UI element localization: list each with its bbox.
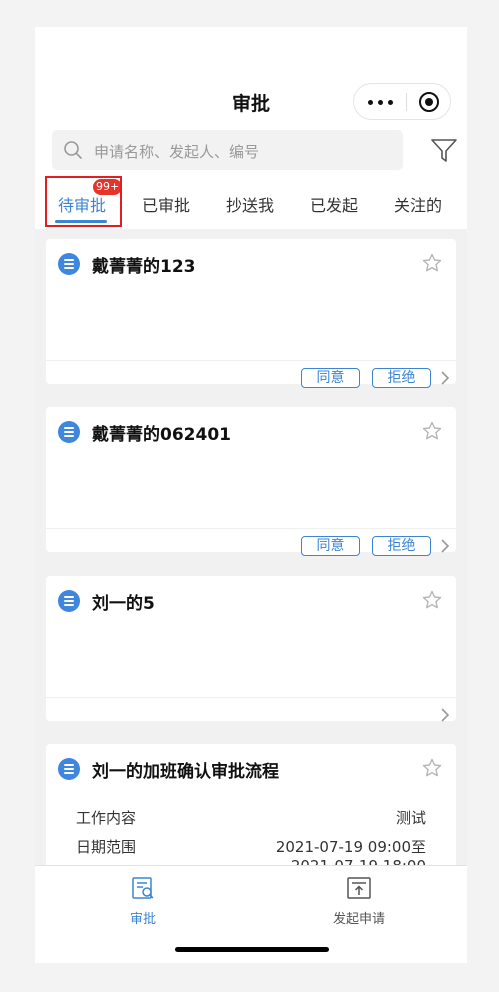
search-placeholder: 申请名称、发起人、编号	[94, 143, 260, 161]
document-icon	[58, 590, 80, 612]
tab-initiated[interactable]: 已发起	[310, 192, 358, 216]
tab-approved[interactable]: 已审批	[142, 192, 190, 216]
reject-button[interactable]: 拒绝	[372, 368, 431, 388]
tabbar-approval[interactable]: 审批	[123, 876, 163, 927]
field-row: 工作内容 测试	[76, 807, 426, 828]
reject-button[interactable]: 拒绝	[372, 536, 431, 556]
star-icon[interactable]	[422, 421, 442, 441]
document-icon	[58, 253, 80, 275]
document-icon	[58, 758, 80, 780]
submit-request-icon	[347, 877, 371, 899]
star-icon[interactable]	[422, 253, 442, 273]
tabbar-submit-request[interactable]: 发起申请	[319, 876, 399, 927]
approval-icon	[132, 877, 154, 899]
agree-button[interactable]: 同意	[301, 368, 360, 388]
divider	[46, 528, 456, 529]
filter-icon[interactable]	[431, 139, 457, 163]
field-label: 日期范围	[76, 838, 137, 856]
approval-card[interactable]: 刘一的5	[46, 576, 456, 722]
tabbar-label: 发起申请	[332, 912, 385, 927]
highlight-box	[45, 176, 122, 227]
approval-card[interactable]: 戴菁菁的123 同意 拒绝	[46, 239, 456, 388]
tabbar-label: 审批	[129, 912, 156, 927]
close-target-icon[interactable]	[419, 92, 439, 112]
card-title: 刘一的5	[92, 594, 155, 614]
card-title: 刘一的加班确认审批流程	[92, 762, 279, 782]
approval-card[interactable]: 刘一的加班确认审批流程 工作内容 测试 日期范围 2021-07-19 09:0…	[46, 744, 456, 875]
search-input[interactable]: 申请名称、发起人、编号	[52, 130, 403, 170]
home-indicator	[175, 947, 329, 952]
tab-followed[interactable]: 关注的	[394, 192, 442, 216]
chevron-right-icon[interactable]	[440, 371, 450, 385]
field-label: 工作内容	[76, 809, 137, 827]
document-icon	[58, 421, 80, 443]
header: 审批 申请名称、发起人、编号 待审批 已审批 抄送我 已发起 关注的 99+	[35, 27, 467, 229]
chevron-right-icon[interactable]	[440, 539, 450, 553]
card-title: 戴菁菁的062401	[92, 425, 231, 445]
divider	[46, 697, 456, 698]
more-icon[interactable]	[368, 100, 394, 106]
mini-program-capsule	[353, 83, 451, 120]
approval-card[interactable]: 戴菁菁的062401 同意 拒绝	[46, 407, 456, 556]
star-icon[interactable]	[422, 590, 442, 610]
field-value: 测试	[395, 809, 426, 827]
divider	[46, 360, 456, 361]
capsule-divider	[406, 93, 407, 111]
phone-screen: 审批 申请名称、发起人、编号 待审批 已审批 抄送我 已发起 关注的 99+ 戴…	[35, 27, 467, 963]
field-row: 日期范围 2021-07-19 09:00至	[76, 836, 426, 857]
field-value: 2021-07-19 09:00至	[275, 838, 426, 856]
card-title: 戴菁菁的123	[92, 257, 196, 277]
bottom-tab-bar: 审批 发起申请	[35, 865, 467, 963]
tab-cc-me[interactable]: 抄送我	[226, 192, 274, 216]
agree-button[interactable]: 同意	[301, 536, 360, 556]
star-icon[interactable]	[422, 758, 442, 778]
chevron-right-icon[interactable]	[440, 708, 450, 722]
search-icon	[64, 141, 82, 159]
